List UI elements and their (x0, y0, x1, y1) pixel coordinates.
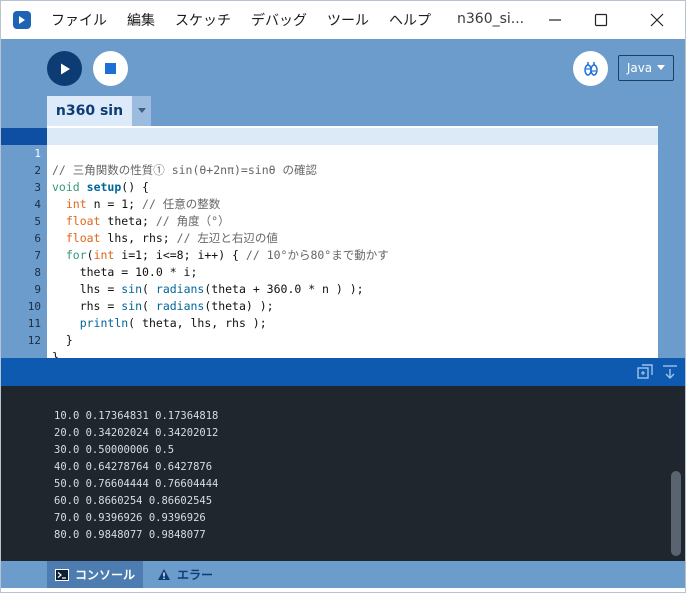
footer-bar: コンソール エラー (1, 561, 685, 588)
tab-label: n360 sin (55, 103, 124, 119)
maximize-icon (594, 13, 608, 27)
code-line: 10 println( theta, lhs, rhs ); (1, 281, 685, 330)
console-line: 70.0 0.9396926 0.9396926 (54, 512, 206, 524)
menu-edit[interactable]: 編集 (127, 10, 155, 30)
close-icon (650, 13, 664, 27)
code-line: 7 theta = 10.0 * i; (1, 230, 685, 279)
console-output[interactable]: 10.0 0.17364831 0.17364818 20.0 0.342020… (1, 386, 685, 561)
minimize-button[interactable] (532, 1, 578, 39)
chevron-down-icon (657, 65, 666, 70)
code-line: 4 float theta; // 角度（°） (1, 179, 685, 228)
console-line: 10.0 0.17364831 0.17364818 (54, 410, 219, 422)
tab-menu-button[interactable] (132, 96, 151, 126)
window-title: n360_si... (457, 11, 525, 27)
mode-label: Java (626, 61, 653, 75)
console-line: 40.0 0.64278764 0.6427876 (54, 461, 213, 473)
debug-button[interactable] (573, 51, 608, 86)
menu-tools[interactable]: ツール (327, 10, 369, 30)
console-line: 30.0 0.50000006 0.5 (54, 444, 175, 456)
code-line: 8 lhs = sin( radians(theta + 360.0 * n )… (1, 247, 685, 296)
menu-debug[interactable]: デバッグ (251, 10, 307, 30)
menu-help[interactable]: ヘルプ (389, 10, 431, 30)
tab-console[interactable]: コンソール (47, 561, 144, 588)
code-area-bottom (47, 342, 658, 358)
close-button[interactable] (634, 1, 680, 39)
stop-icon (105, 63, 116, 74)
maximize-button[interactable] (578, 1, 624, 39)
tab-errors[interactable]: エラー (149, 561, 221, 588)
code-line: 11 } (1, 298, 685, 347)
menu-bar: ファイル 編集 スケッチ デバッグ ツール ヘルプ (51, 10, 451, 30)
minimize-console-icon[interactable] (662, 364, 678, 380)
copy-icon[interactable] (637, 364, 653, 380)
code-line: 1 // 三角関数の性質① sin(θ+2nπ)=sinθ の確認 (1, 128, 685, 177)
code-line: 2 void setup() { (1, 145, 685, 194)
code-editor[interactable]: 1 // 三角関数の性質① sin(θ+2nπ)=sinθ の確認 2 void… (1, 126, 685, 364)
console-line: 20.0 0.34202024 0.34202012 (54, 427, 219, 439)
run-button[interactable] (47, 51, 82, 86)
code-line: 3 int n = 1; // 任意の整数 (1, 162, 685, 211)
play-icon (60, 63, 70, 74)
stop-button[interactable] (93, 51, 128, 86)
menu-sketch[interactable]: スケッチ (175, 10, 231, 30)
code-line: 13 (1, 332, 685, 342)
code-line: 6 for(int i=1; i<=8; i++) { // 10°から80°ま… (1, 213, 685, 262)
processing-app-icon (13, 11, 31, 29)
status-strip (1, 588, 685, 592)
title-bar: ファイル 編集 スケッチ デバッグ ツール ヘルプ n360_si... (1, 1, 685, 39)
console-line: 60.0 0.8660254 0.86602545 (54, 495, 213, 507)
console-divider[interactable] (1, 358, 685, 386)
warning-icon (158, 569, 170, 580)
tab-sketch[interactable]: n360 sin (47, 96, 132, 126)
code-line: 12 } (1, 315, 685, 364)
app-window: ファイル 編集 スケッチ デバッグ ツール ヘルプ n360_si... Jav… (0, 0, 686, 593)
bug-icon (583, 61, 598, 76)
tab-console-label: コンソール (75, 568, 136, 582)
code-line: 5 float lhs, rhs; // 左辺と右辺の値 (1, 196, 685, 245)
console-scrollbar[interactable] (671, 471, 681, 556)
minimize-icon (549, 19, 561, 21)
chevron-down-icon (137, 108, 146, 113)
mode-selector[interactable]: Java (618, 55, 674, 81)
menu-file[interactable]: ファイル (51, 10, 107, 30)
console-line: 80.0 0.9848077 0.9848077 (54, 529, 206, 541)
tab-errors-label: エラー (177, 568, 214, 582)
terminal-icon (55, 568, 69, 581)
console-line: 50.0 0.76604444 0.76604444 (54, 478, 219, 490)
toolbar: Java (1, 39, 685, 97)
code-line: 9 rhs = sin( radians(theta) ); (1, 264, 685, 313)
